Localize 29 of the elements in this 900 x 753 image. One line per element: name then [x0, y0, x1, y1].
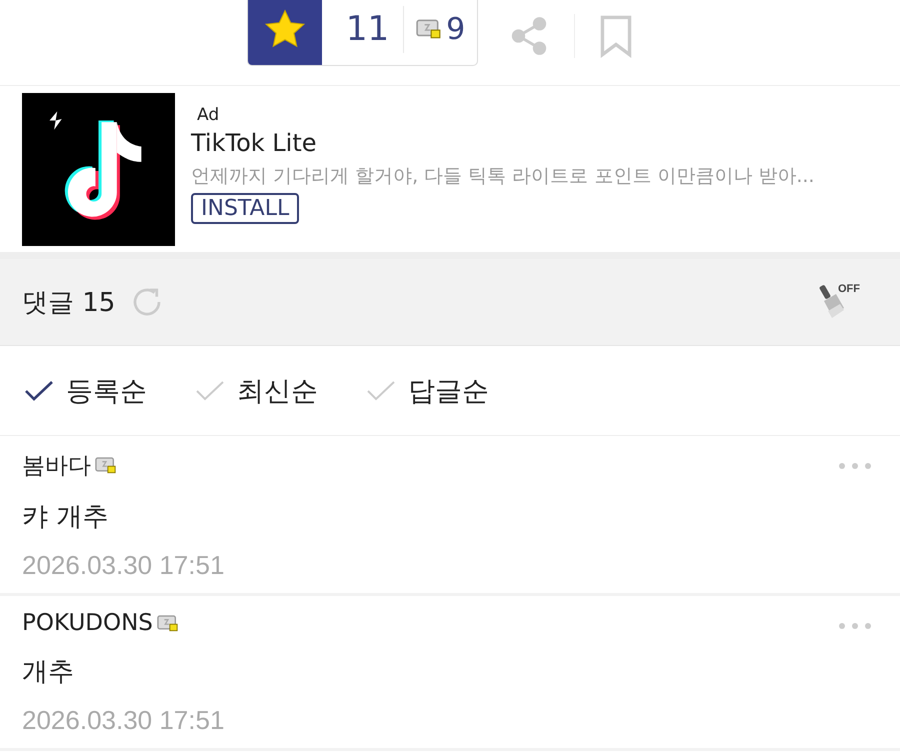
check-icon: [24, 378, 54, 402]
level-icon: [156, 614, 179, 632]
level-icon: [95, 456, 117, 475]
comment-author[interactable]: POKUDONS: [22, 610, 153, 636]
sort-option[interactable]: 답글순: [366, 372, 489, 408]
sort-option[interactable]: 최신순: [195, 372, 318, 408]
app-icon[interactable]: [22, 93, 175, 246]
star-icon: [262, 8, 307, 50]
check-icon: [366, 378, 396, 402]
more-icon[interactable]: [838, 462, 872, 470]
ad-label: Ad: [197, 105, 220, 125]
level-count: 9: [446, 12, 466, 46]
more-icon[interactable]: [838, 622, 872, 630]
level-icon: [416, 18, 442, 40]
comment-date: 2026.03.30 17:51: [22, 550, 226, 581]
ad-title[interactable]: TikTok Lite: [191, 129, 814, 157]
filter-toggle-button[interactable]: OFF: [818, 281, 858, 323]
star-count: 11: [344, 8, 390, 51]
comment-date: 2026.03.30 17:51: [22, 705, 226, 736]
comment-text: 캬 개추: [22, 501, 110, 534]
comment-text: 개추: [22, 656, 75, 689]
ad-description: 언제까지 기다리게 할거야, 다들 틱톡 라이트로 포인트 이만큼이나 받아...: [191, 164, 814, 189]
star-button[interactable]: [248, 0, 322, 64]
comments-title: 댓글 15: [22, 286, 116, 320]
install-button[interactable]: INSTALL: [191, 193, 300, 224]
check-icon: [195, 378, 225, 402]
sort-option[interactable]: 등록순: [24, 372, 147, 408]
bookmark-icon[interactable]: [599, 14, 634, 58]
comment-author[interactable]: 봄바다: [22, 450, 91, 481]
